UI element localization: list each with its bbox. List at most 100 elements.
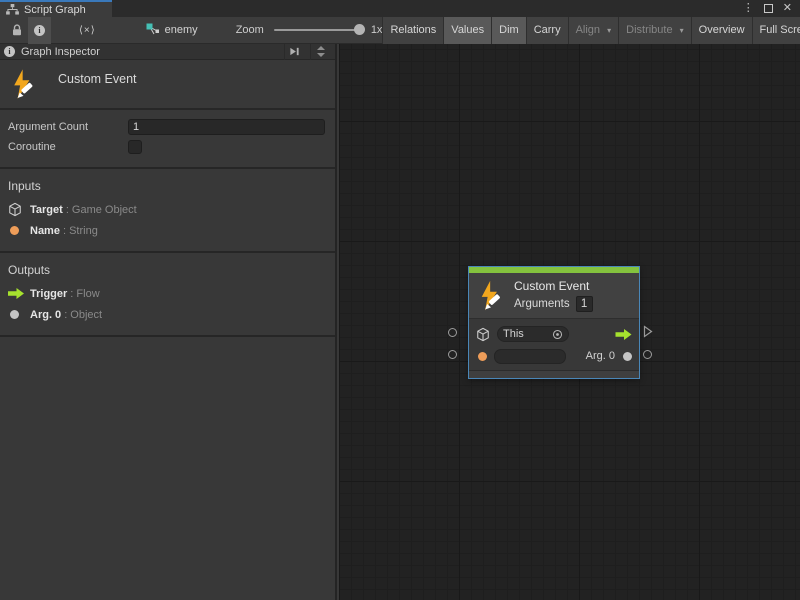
chevron-down-icon: ▾ <box>607 26 611 35</box>
external-output-port-flow[interactable] <box>643 325 653 338</box>
zoom-slider[interactable] <box>274 29 362 31</box>
tab-bar: Script Graph ⋮ ✕ <box>0 0 800 17</box>
relations-button[interactable]: Relations <box>382 17 443 44</box>
name-string-port-icon[interactable] <box>478 352 487 361</box>
object-picker-icon[interactable] <box>552 329 563 340</box>
arguments-label: Arguments <box>514 298 570 310</box>
arg0-label: Arg. 0 <box>586 350 615 362</box>
align-button: Align ▾ <box>568 17 619 44</box>
graph-asset-icon <box>146 23 160 37</box>
unit-title: Custom Event <box>58 72 137 86</box>
graph-asset-name: enemy <box>165 24 198 36</box>
zoom-control: Zoom 1x <box>236 24 383 36</box>
output-row-arg0: Arg. 0 : Object <box>0 304 335 325</box>
target-this-value: This <box>503 328 524 340</box>
dock-right-icon <box>289 46 300 57</box>
unit-settings-section: Argument Count Coroutine <box>0 110 335 169</box>
event-name-input[interactable] <box>494 349 566 364</box>
unit-title-section: Custom Event <box>0 60 335 110</box>
overview-button[interactable]: Overview <box>691 17 752 44</box>
zoom-value: 1x <box>371 24 383 36</box>
script-graph-tab-icon <box>6 4 19 15</box>
flow-arrow-icon <box>8 288 30 299</box>
node-arguments-row: Arguments 1 <box>514 296 593 312</box>
node-title: Custom Event <box>514 279 593 293</box>
string-port-icon <box>8 226 30 235</box>
scrub-down-icon <box>317 53 325 57</box>
graph-canvas[interactable]: Custom Event Arguments 1 This <box>339 44 800 600</box>
zoom-label: Zoom <box>236 24 264 36</box>
coroutine-row: Coroutine <box>0 137 335 157</box>
scrub-up-icon <box>317 46 325 50</box>
window-menu-icon[interactable]: ⋮ <box>743 0 754 17</box>
port-name: Trigger <box>30 288 67 300</box>
panel-scrubber[interactable] <box>310 44 331 60</box>
argument-count-label: Argument Count <box>8 121 128 133</box>
unity-script-graph-window: Script Graph ⋮ ✕ i ⟨×⟩ <box>0 0 800 600</box>
inspector-empty-area <box>0 337 335 600</box>
argument-count-input[interactable] <box>128 119 325 135</box>
port-type: : Object <box>64 309 102 321</box>
full-screen-button[interactable]: Full Screen <box>752 17 800 44</box>
chevron-down-icon: ▾ <box>680 26 684 35</box>
info-icon: i <box>34 25 45 36</box>
info-icon: i <box>4 46 15 57</box>
input-row-name: Name : String <box>0 220 335 241</box>
port-type: : Flow <box>70 288 99 300</box>
node-header[interactable]: Custom Event Arguments 1 <box>469 273 639 318</box>
port-type: : Game Object <box>66 204 137 216</box>
graph-inspector-header: i Graph Inspector <box>0 44 335 60</box>
lock-icon <box>12 24 22 36</box>
distribute-button: Distribute ▾ <box>618 17 691 44</box>
port-type: : String <box>63 225 98 237</box>
argument-count-row: Argument Count <box>0 117 335 137</box>
tab-bar-spacer <box>112 0 743 17</box>
align-button-label: Align <box>576 24 600 36</box>
tab-script-graph[interactable]: Script Graph <box>0 0 112 17</box>
tab-label: Script Graph <box>24 4 86 16</box>
outputs-section: Outputs Trigger : Flow Arg. 0 : Object <box>0 253 335 337</box>
input-row-target: Target : Game Object <box>0 199 335 220</box>
dim-button[interactable]: Dim <box>491 17 526 44</box>
custom-event-node[interactable]: Custom Event Arguments 1 This <box>468 266 640 379</box>
arg0-object-port-icon[interactable] <box>623 352 632 361</box>
port-name: Arg. 0 <box>30 309 61 321</box>
node-port-row-flow: This <box>469 323 639 345</box>
port-name: Target <box>30 204 63 216</box>
target-this-dropdown[interactable]: This <box>497 326 569 342</box>
zoom-slider-handle[interactable] <box>354 24 365 35</box>
carry-button[interactable]: Carry <box>526 17 568 44</box>
values-button[interactable]: Values <box>443 17 491 44</box>
graph-inspector-title: Graph Inspector <box>21 46 278 58</box>
coroutine-checkbox[interactable] <box>128 140 142 154</box>
graph-toolbar: i ⟨×⟩ enemy Zoom 1x Relations Values Dim <box>0 17 800 44</box>
external-input-port-flow[interactable] <box>448 328 457 337</box>
inspector-toggle-button[interactable]: i <box>28 17 51 44</box>
graph-asset-breadcrumb[interactable]: enemy <box>146 23 198 37</box>
code-icon: ⟨×⟩ <box>79 25 96 36</box>
external-output-port-value[interactable] <box>643 350 652 359</box>
window-controls: ⋮ ✕ <box>743 0 800 17</box>
code-preview-button[interactable]: ⟨×⟩ <box>51 17 102 44</box>
coroutine-label: Coroutine <box>8 141 128 153</box>
inputs-heading: Inputs <box>0 175 335 199</box>
custom-event-icon <box>477 280 505 312</box>
maximize-icon[interactable] <box>764 4 773 13</box>
close-icon[interactable]: ✕ <box>783 0 792 17</box>
external-input-port-value[interactable] <box>448 350 457 359</box>
arguments-count-field[interactable]: 1 <box>576 296 593 312</box>
trigger-flow-arrow-icon[interactable] <box>615 329 632 340</box>
distribute-button-label: Distribute <box>626 24 672 36</box>
toolbar-button-group: Relations Values Dim Carry Align ▾ Distr… <box>382 17 800 44</box>
custom-event-icon <box>10 68 37 101</box>
outputs-heading: Outputs <box>0 259 335 283</box>
port-name: Name <box>30 225 60 237</box>
lock-button[interactable] <box>6 17 28 44</box>
inputs-section: Inputs Target : Game Object Name : Strin… <box>0 169 335 253</box>
node-footer <box>469 370 639 378</box>
output-row-trigger: Trigger : Flow <box>0 283 335 304</box>
dock-sidebar-button[interactable] <box>284 44 304 60</box>
node-body: This Arg. 0 <box>469 318 639 370</box>
node-port-row-values: Arg. 0 <box>469 345 639 367</box>
node-header-text: Custom Event Arguments 1 <box>514 279 593 312</box>
